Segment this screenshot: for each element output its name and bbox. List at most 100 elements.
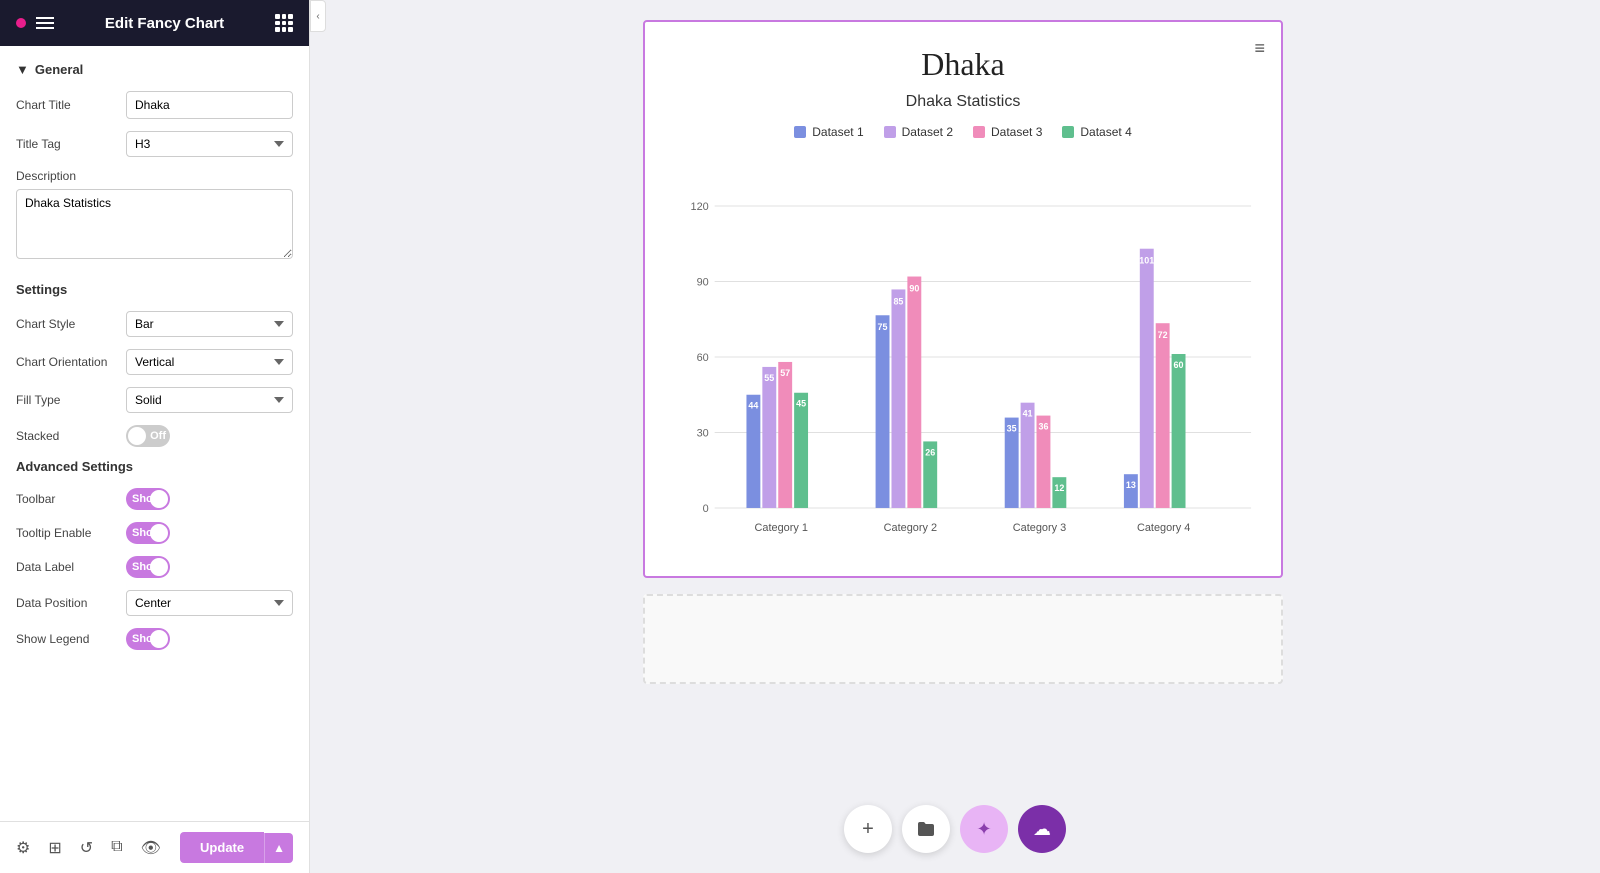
folder-button[interactable] [902,805,950,853]
sidebar-header: Edit Fancy Chart [0,0,309,46]
chart-orientation-label: Chart Orientation [16,355,126,369]
placeholder-chart [643,594,1283,684]
sidebar-content: ▼ General Chart Title ≡ Title Tag H3 H1 … [0,46,309,821]
stacked-toggle-label: Off [150,430,166,442]
magic-button[interactable]: ✦ [960,805,1008,853]
chart-style-select[interactable]: Bar Line Pie [126,311,293,337]
sidebar-title: Edit Fancy Chart [105,15,224,32]
fill-type-label: Fill Type [16,393,126,407]
footer-icons: ⚙ ⊞ ↺ ⧉ 👁 [16,838,161,858]
title-tag-control: H3 H1 H2 H4 [126,131,293,157]
chart-menu-icon[interactable]: ≡ [1254,38,1265,59]
legend-label-2: Dataset 2 [902,125,953,139]
svg-text:72: 72 [1158,330,1168,340]
show-legend-row: Show Legend Show [16,628,293,650]
stacked-label: Stacked [16,429,126,443]
chart-container: Dhaka Dhaka Statistics Dataset 1 Dataset… [643,20,1283,578]
toolbar-toggle-label: Show [132,493,161,505]
legend-item-2: Dataset 2 [884,125,953,139]
legend-dot-1 [794,126,806,138]
fill-type-row: Fill Type Solid Gradient [16,387,293,413]
eye-icon[interactable]: 👁 [141,838,161,858]
legend-item-4: Dataset 4 [1062,125,1131,139]
sidebar-footer: ⚙ ⊞ ↺ ⧉ 👁 Update ▲ [0,821,309,873]
general-label: General [35,62,83,77]
chart-main-title: Dhaka [665,46,1261,83]
legend-label-1: Dataset 1 [812,125,863,139]
chart-legend: Dataset 1 Dataset 2 Dataset 3 Dataset 4 [665,125,1261,139]
fill-type-control: Solid Gradient [126,387,293,413]
chart-orientation-control: Vertical Horizontal [126,349,293,375]
data-position-select[interactable]: Center Start End [126,590,293,616]
show-legend-label: Show Legend [16,632,126,646]
chart-style-row: Chart Style Bar Line Pie [16,311,293,337]
svg-text:90: 90 [909,283,919,293]
hamburger-icon[interactable] [36,17,54,29]
update-button[interactable]: Update [180,832,264,863]
svg-text:0: 0 [703,503,709,515]
add-button[interactable]: + [844,805,892,853]
cloud-button[interactable]: ☁ [1018,805,1066,853]
legend-dot-2 [884,126,896,138]
tooltip-row: Tooltip Enable Show [16,522,293,544]
layers-icon[interactable]: ⊞ [48,838,61,858]
history-icon[interactable]: ↺ [80,838,93,858]
chart-subtitle: Dhaka Statistics [665,93,1261,111]
bar-cat4-ds2 [1140,249,1154,508]
svg-text:55: 55 [764,373,774,383]
title-tag-select[interactable]: H3 H1 H2 H4 [126,131,293,157]
chart-title-row: Chart Title ≡ [16,91,293,119]
svg-text:120: 120 [691,201,709,213]
x-label-2: Category 2 [884,522,937,534]
bar-cat2-ds2 [891,289,905,508]
description-textarea[interactable]: Dhaka Statistics [16,189,293,259]
data-position-label: Data Position [16,596,126,610]
bar-cat2-ds1 [876,315,890,508]
show-legend-toggle-label: Show [132,633,161,645]
bar-cat1-ds3 [778,362,792,508]
svg-text:44: 44 [748,401,758,411]
update-btn-wrap: Update ▲ [180,832,293,863]
advanced-label: Advanced Settings [16,459,293,474]
description-label: Description [16,169,293,183]
svg-text:75: 75 [878,322,888,332]
svg-text:30: 30 [697,427,709,439]
grid-icon[interactable] [275,14,293,32]
data-label-toggle[interactable]: Show [126,556,170,578]
chart-orientation-select[interactable]: Vertical Horizontal [126,349,293,375]
stacked-knob [128,427,146,445]
svg-text:26: 26 [925,447,935,457]
chart-title-input[interactable] [127,93,293,117]
update-chevron-button[interactable]: ▲ [264,833,293,863]
svg-text:12: 12 [1054,483,1064,493]
bar-cat2-ds3 [907,277,921,508]
toolbar-toggle[interactable]: Show [126,488,170,510]
legend-item-3: Dataset 3 [973,125,1042,139]
legend-label-3: Dataset 3 [991,125,1042,139]
fill-type-select[interactable]: Solid Gradient [126,387,293,413]
data-label-control: Show [126,556,293,578]
title-tag-label: Title Tag [16,137,126,151]
x-label-1: Category 1 [755,522,808,534]
bar-cat1-ds4 [794,393,808,508]
chart-style-control: Bar Line Pie [126,311,293,337]
tooltip-toggle[interactable]: Show [126,522,170,544]
bottom-toolbar: + ✦ ☁ [844,805,1066,853]
tooltip-toggle-label: Show [132,527,161,539]
sidebar-collapse-handle[interactable]: ‹ [310,0,326,32]
stacked-toggle[interactable]: Off [126,425,170,447]
data-label-label: Data Label [16,560,126,574]
toolbar-control: Show [126,488,293,510]
svg-text:57: 57 [780,368,790,378]
copy-icon[interactable]: ⧉ [111,838,122,858]
toolbar-row: Toolbar Show [16,488,293,510]
general-section-header[interactable]: ▼ General [16,62,293,77]
x-label-4: Category 4 [1137,522,1190,534]
dot-indicator [16,18,26,28]
show-legend-toggle[interactable]: Show [126,628,170,650]
svg-text:90: 90 [697,276,709,288]
legend-item-1: Dataset 1 [794,125,863,139]
data-label-row: Data Label Show [16,556,293,578]
header-left [16,17,54,29]
settings-icon[interactable]: ⚙ [16,838,30,858]
